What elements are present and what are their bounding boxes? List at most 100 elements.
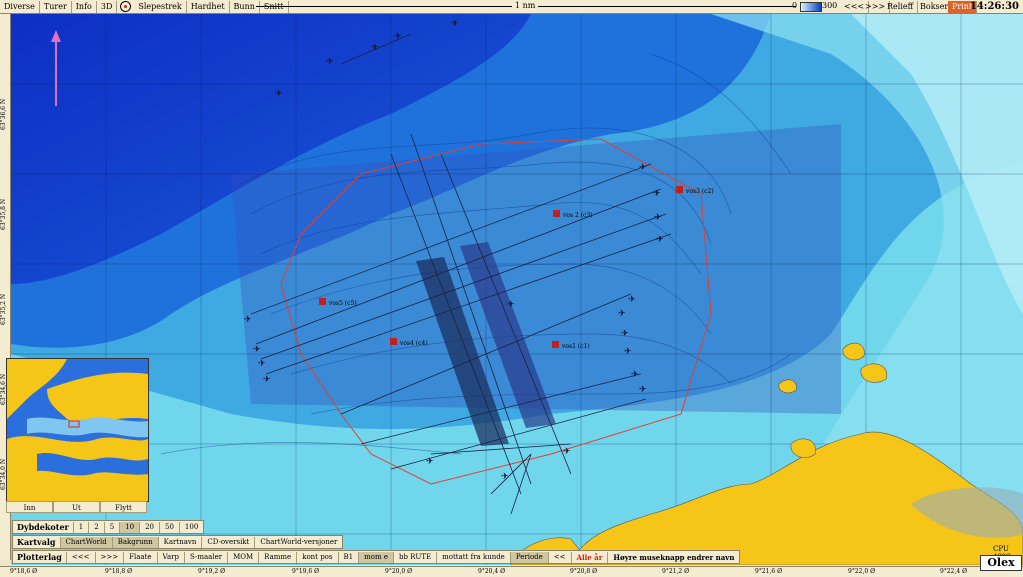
background-button[interactable]: Bakgrunn <box>111 536 158 548</box>
station-label: vos1 (c1) <box>561 343 590 350</box>
scale-bar: 1 nm <box>256 0 796 12</box>
svg-text:✈: ✈ <box>618 309 626 319</box>
periode-button[interactable]: Periode <box>509 551 548 563</box>
overview-inset-map[interactable] <box>6 358 149 502</box>
svg-text:✈: ✈ <box>621 329 629 339</box>
chart-map[interactable]: ✈ ✈ ✈ ✈ ✈ ✈ ✈ ✈ ✈ ✈ ✈ ✈ ✈ ✈ ✈ ✈ ✈ ✈ ✈ ✈ ✈ ✈ ✈ vos3 (c2)… <box>11 14 1023 565</box>
svg-text:✈: ✈ <box>326 57 334 67</box>
svg-text:✈: ✈ <box>501 472 509 482</box>
plotter-next-button[interactable]: >>> <box>94 551 124 563</box>
lat-label: 63°35,2 N <box>0 293 7 325</box>
b1-button[interactable]: B1 <box>337 551 359 563</box>
lat-label: 63°36,6 N <box>0 98 7 130</box>
depth-max-label: 300 <box>822 1 838 10</box>
depth-min-label: 0 <box>792 1 798 10</box>
rename-hint: Høyre museknapp endrer navn <box>607 551 739 563</box>
scale-label: 1 nm <box>512 0 539 12</box>
menu-slepestrek[interactable]: Slepestrek <box>134 0 187 13</box>
longitude-bar: 9°18,6 Ø 9°18,8 Ø 9°19,2 Ø 9°19,6 Ø 9°20… <box>0 566 1023 577</box>
svg-text:✈: ✈ <box>654 213 662 223</box>
svg-text:✈: ✈ <box>258 359 266 369</box>
ramme-button[interactable]: Ramme <box>258 551 296 563</box>
lon-label: 9°20,8 Ø <box>570 568 598 575</box>
mom-e-button[interactable]: mom e <box>358 551 393 563</box>
svg-text:✈: ✈ <box>371 43 379 53</box>
chart-canvas[interactable]: ✈✈✈ ✈✈✈ ✈✈✈ ✈✈✈ ✈✈✈ ✈✈✈ ✈✈✈ ✈✈ vos3 (c2)… <box>11 14 1023 565</box>
plotter-prev-button[interactable]: <<< <box>65 551 95 563</box>
station-label: vos3 (c2) <box>685 188 714 195</box>
station-label: vos5 (c5) <box>328 300 357 307</box>
lon-label: 9°22,4 Ø <box>940 568 968 575</box>
flaate-button[interactable]: Flaate <box>123 551 156 563</box>
relieff-button[interactable]: Relieff <box>883 0 919 13</box>
plotter-label: Plotterlag <box>17 552 62 562</box>
contour-50-button[interactable]: 50 <box>159 521 179 533</box>
svg-text:✈: ✈ <box>275 89 283 99</box>
top-toolbar: Diverse Turer Info 3D Slepestrek Hardhet… <box>0 0 1023 14</box>
inset-controls: Inn Ut Flytt <box>6 501 147 513</box>
mottatt-fra-kunde-button[interactable]: mottatt fra kunde <box>436 551 510 563</box>
mom-button[interactable]: MOM <box>227 551 258 563</box>
lon-label: 9°19,6 Ø <box>292 568 320 575</box>
menu-hardhet[interactable]: Hardhet <box>187 0 230 13</box>
depth-contour-label: Dybdekoter <box>17 522 69 532</box>
chartworld-button[interactable]: ChartWorld <box>59 536 112 548</box>
move-button[interactable]: Flytt <box>100 501 147 513</box>
contour-100-button[interactable]: 100 <box>178 521 203 533</box>
cd-overview-button[interactable]: CD-oversikt <box>201 536 254 548</box>
menu-info[interactable]: Info <box>72 0 97 13</box>
all-years-button[interactable]: Alle år <box>570 551 608 563</box>
lon-label: 9°20,4 Ø <box>478 568 506 575</box>
contour-5-button[interactable]: 5 <box>103 521 119 533</box>
svg-text:✈: ✈ <box>263 375 271 385</box>
svg-text:✈: ✈ <box>253 345 261 355</box>
lon-label: 9°18,8 Ø <box>105 568 133 575</box>
lat-label: 63°35,8 N <box>0 198 7 230</box>
chart-select-label: Kartvalg <box>17 537 56 547</box>
lon-label: 9°19,2 Ø <box>198 568 226 575</box>
zoom-out-button[interactable]: Ut <box>53 501 100 513</box>
lon-label: 9°22,0 Ø <box>848 568 876 575</box>
svg-text:✈: ✈ <box>624 347 632 357</box>
svg-text:✈: ✈ <box>563 447 571 457</box>
zoom-in-button[interactable]: Inn <box>6 501 53 513</box>
varp-button[interactable]: Varp <box>156 551 184 563</box>
periode-prev-button[interactable]: << <box>547 551 571 563</box>
lon-label: 9°21,2 Ø <box>662 568 690 575</box>
contour-1-button[interactable]: 1 <box>72 521 88 533</box>
svg-text:✈: ✈ <box>656 235 664 245</box>
svg-text:✈: ✈ <box>244 315 252 325</box>
svg-text:✈: ✈ <box>628 295 636 305</box>
bb-rute-button[interactable]: bb RUTE <box>392 551 436 563</box>
depth-contour-row: Dybdekoter 1 2 5 10 20 50 100 <box>12 520 205 534</box>
lon-label: 9°20,0 Ø <box>385 568 413 575</box>
depth-color-scale <box>800 2 822 12</box>
station-label: vos 2 (c3) <box>562 212 593 219</box>
menu-3d[interactable]: 3D <box>97 0 118 13</box>
station-label: vos4 (c4) <box>399 340 428 347</box>
svg-text:✈: ✈ <box>653 189 661 199</box>
overview-canvas[interactable] <box>7 359 148 501</box>
menu-diverse[interactable]: Diverse <box>0 0 40 13</box>
svg-text:✈: ✈ <box>639 385 647 395</box>
chart-select-row: Kartvalg ChartWorld Bakgrunn Kartnavn CD… <box>12 535 344 549</box>
islet <box>860 363 888 383</box>
target-icon[interactable] <box>120 1 132 12</box>
kont-pos-button[interactable]: kont pos <box>296 551 337 563</box>
s-maaler-button[interactable]: S-maaler <box>183 551 227 563</box>
svg-text:✈: ✈ <box>631 370 639 380</box>
chart-names-button[interactable]: Kartnavn <box>157 536 202 548</box>
olex-logo: Olex <box>980 555 1022 571</box>
svg-text:✈: ✈ <box>426 457 434 467</box>
svg-text:✈: ✈ <box>394 32 402 42</box>
lon-label: 9°18,6 Ø <box>10 568 38 575</box>
contour-20-button[interactable]: 20 <box>139 521 159 533</box>
chartworld-versions-button[interactable]: ChartWorld-versjoner <box>254 536 342 548</box>
lon-label: 9°21,6 Ø <box>755 568 783 575</box>
svg-text:✈: ✈ <box>639 163 647 173</box>
svg-text:✈: ✈ <box>507 300 515 310</box>
contour-10-button[interactable]: 10 <box>119 521 140 533</box>
contour-2-button[interactable]: 2 <box>88 521 103 533</box>
islet <box>778 379 797 394</box>
menu-turer[interactable]: Turer <box>40 0 72 13</box>
